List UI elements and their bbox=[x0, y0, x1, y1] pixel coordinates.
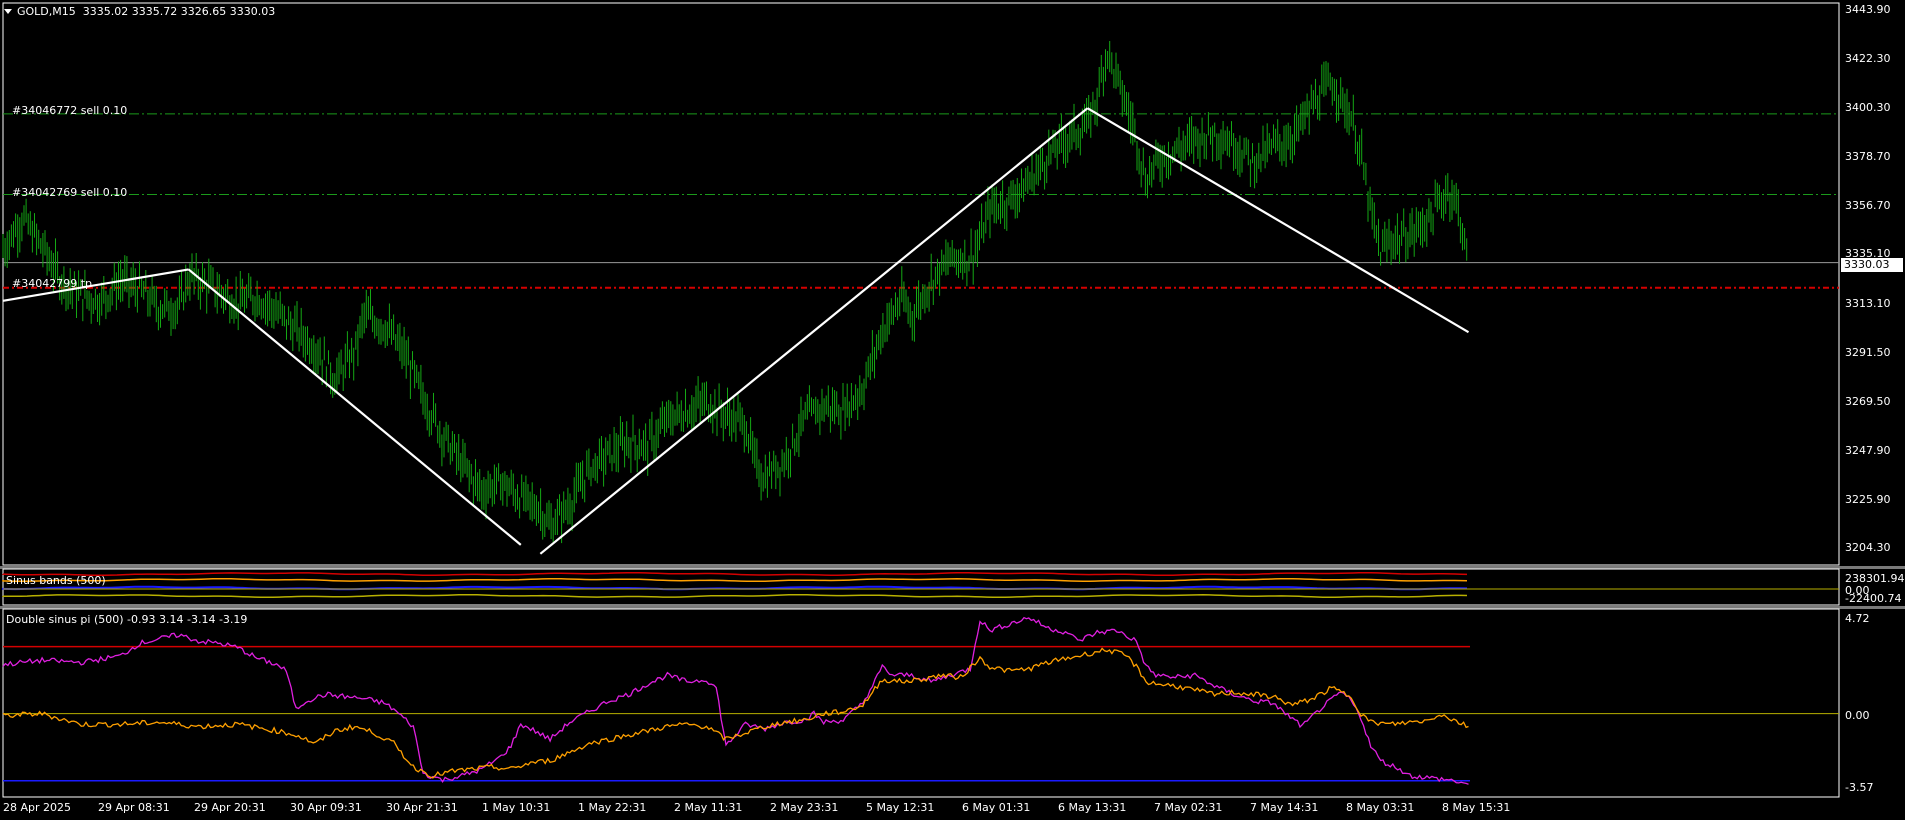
double-sinus-frame bbox=[2, 608, 1840, 798]
price-pane-frame bbox=[2, 2, 1840, 566]
chart-canvas[interactable] bbox=[0, 0, 1905, 820]
time-tick: 30 Apr 21:31 bbox=[386, 801, 458, 814]
collapse-triangle-icon[interactable] bbox=[4, 9, 12, 14]
price-tick: 3378.70 bbox=[1845, 150, 1891, 163]
time-tick: 8 May 03:31 bbox=[1346, 801, 1415, 814]
price-tick: 3269.50 bbox=[1845, 395, 1891, 408]
sinus-bands-tick: -22400.74 bbox=[1845, 592, 1902, 605]
double-sinus-tick: -3.57 bbox=[1845, 781, 1874, 794]
price-tick: 3400.30 bbox=[1845, 101, 1891, 114]
trend-line bbox=[187, 268, 522, 546]
price-tick: 3204.30 bbox=[1845, 541, 1891, 554]
double-sinus-tick: 0.00 bbox=[1845, 709, 1870, 722]
price-tick: 3291.50 bbox=[1845, 346, 1891, 359]
sinus-band-line bbox=[2, 593, 1468, 599]
sinus-band-line bbox=[2, 571, 1468, 577]
time-tick: 2 May 23:31 bbox=[770, 801, 839, 814]
order-label-1[interactable]: #34046772 sell 0.10 bbox=[12, 104, 127, 117]
time-tick: 1 May 10:31 bbox=[482, 801, 551, 814]
price-tick: 3247.90 bbox=[1845, 444, 1891, 457]
orange-series-line bbox=[2, 647, 1469, 779]
symbol-name: GOLD,M15 bbox=[17, 5, 76, 18]
time-tick: 5 May 12:31 bbox=[866, 801, 935, 814]
time-tick: 6 May 01:31 bbox=[962, 801, 1031, 814]
double-sinus-pane[interactable] bbox=[2, 608, 1840, 798]
price-tick: 3422.30 bbox=[1845, 52, 1891, 65]
price-tick: 3356.70 bbox=[1845, 199, 1891, 212]
time-tick: 28 Apr 2025 bbox=[3, 801, 72, 814]
time-tick: 1 May 22:31 bbox=[578, 801, 647, 814]
sinus-band-line bbox=[2, 577, 1468, 583]
double-sinus-tick: 4.72 bbox=[1845, 612, 1870, 625]
time-tick: 30 Apr 09:31 bbox=[290, 801, 362, 814]
price-tick: 3313.10 bbox=[1845, 297, 1891, 310]
price-tick: 3443.90 bbox=[1845, 3, 1891, 16]
candle-series bbox=[2, 41, 1468, 544]
time-tick: 7 May 02:31 bbox=[1154, 801, 1223, 814]
time-tick: 29 Apr 08:31 bbox=[98, 801, 170, 814]
time-tick: 7 May 14:31 bbox=[1250, 801, 1319, 814]
current-price-tag: 3330.03 bbox=[1841, 258, 1903, 272]
order-label-tp[interactable]: #34042799 tp bbox=[12, 277, 92, 290]
time-tick: 8 May 15:31 bbox=[1442, 801, 1511, 814]
time-tick: 6 May 13:31 bbox=[1058, 801, 1127, 814]
price-pane[interactable] bbox=[0, 2, 1905, 569]
order-label-2[interactable]: #34042769 sell 0.10 bbox=[12, 186, 127, 199]
trend-line bbox=[539, 107, 1089, 555]
time-tick: 29 Apr 20:31 bbox=[194, 801, 266, 814]
sinus-bands-pane[interactable] bbox=[0, 568, 1905, 609]
magenta-series-line bbox=[2, 616, 1469, 785]
price-tick: 3225.90 bbox=[1845, 493, 1891, 506]
symbol-header[interactable]: GOLD,M15 3335.02 3335.72 3326.65 3330.03 bbox=[4, 5, 275, 18]
double-sinus-title[interactable]: Double sinus pi (500) -0.93 3.14 -3.14 -… bbox=[6, 613, 247, 626]
sinus-bands-title[interactable]: Sinus bands (500) bbox=[6, 574, 106, 587]
time-tick: 2 May 11:31 bbox=[674, 801, 743, 814]
ohlc-values: 3335.02 3335.72 3326.65 3330.03 bbox=[82, 5, 276, 18]
